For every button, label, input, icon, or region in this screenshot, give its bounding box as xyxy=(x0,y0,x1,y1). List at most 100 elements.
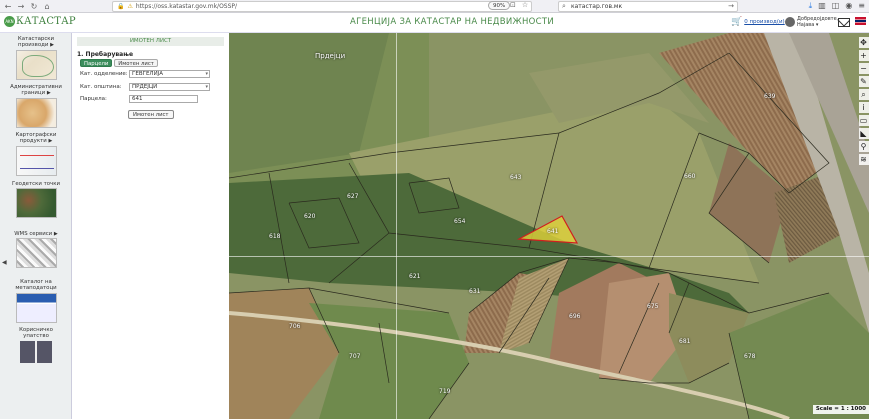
zoom-out-icon[interactable]: − xyxy=(858,63,869,74)
parcel-label-654: 654 xyxy=(454,218,466,225)
info-icon[interactable]: i xyxy=(858,102,869,113)
parcel-label-627: 627 xyxy=(347,193,359,200)
sidebar-item-wms[interactable]: WMS сервиси ▶ xyxy=(9,231,63,269)
agency-title: АГЕНЦИЈА ЗА КАТАСТАР НА НЕДВИЖНОСТИ xyxy=(350,17,555,27)
go-icon[interactable]: → xyxy=(728,2,734,11)
cart[interactable]: 🛒 0 производ(и) xyxy=(731,17,785,27)
parcel-input[interactable]: 641 xyxy=(129,95,198,103)
collapse-sidebar-icon[interactable]: ◀ xyxy=(2,259,7,266)
property-sheet-panel: ИМОТЕН ЛИСТ 1. Пребарување Парцели Имоте… xyxy=(72,33,229,419)
sidebar-item-admin-borders[interactable]: Административни граници ▶ xyxy=(9,84,63,128)
site-header: AKN КАТАСТАР АГЕНЦИЈА ЗА КАТАСТАР НА НЕД… xyxy=(0,13,869,33)
parcel-label-681: 681 xyxy=(679,338,691,345)
aerial-imagery[interactable] xyxy=(229,33,869,419)
sidebar-icon[interactable]: ◫ xyxy=(832,1,840,11)
forward-icon[interactable]: → xyxy=(16,1,26,11)
zoom-in-icon[interactable]: + xyxy=(858,50,869,61)
sidebar-item-label: Геодетски точки xyxy=(12,181,60,187)
user-menu[interactable]: Добредојдовте, Најава ▾ xyxy=(785,16,838,28)
account-icon[interactable]: ◉ xyxy=(845,1,852,11)
parcel-label-639: 639 xyxy=(764,93,776,100)
reload-icon[interactable]: ↻ xyxy=(29,1,39,11)
download-icon[interactable]: ⤓ xyxy=(809,1,813,11)
location-icon[interactable]: ⚲ xyxy=(858,141,869,152)
chevron-down-icon: ▾ xyxy=(205,84,208,90)
library-icon[interactable]: ▥ xyxy=(818,1,826,11)
admin-borders-thumbnail[interactable] xyxy=(15,97,57,128)
sidebar-item-geodetic-points[interactable]: Геодетски точки xyxy=(9,181,63,219)
sidebar-item-label: Административни граници xyxy=(10,84,62,97)
parcel-label-707: 707 xyxy=(349,353,361,360)
cart-icon[interactable]: 🛒 xyxy=(731,17,742,27)
chevron-down-icon: ▾ xyxy=(205,71,208,77)
municipality-row: Кат. општина: ПРДЕЈЦИ ▾ xyxy=(80,83,210,91)
geodetic-thumbnail[interactable] xyxy=(15,188,57,219)
sidebar-item-label: Корисничко упатство xyxy=(19,327,53,340)
cartographic-thumbnail[interactable] xyxy=(15,145,57,176)
logo-badge: AKN xyxy=(4,16,15,27)
cart-link[interactable]: 0 производ(и) xyxy=(744,19,784,25)
parcel-label-678: 678 xyxy=(744,353,756,360)
zoom-level[interactable]: 90% xyxy=(488,1,511,10)
village-label: Прдејци xyxy=(315,52,346,60)
sidebar-item-user-guide[interactable]: Корисничко упатство xyxy=(9,327,63,363)
municipality-label: Кат. општина: xyxy=(80,84,122,90)
parcel-label-631: 631 xyxy=(469,288,481,295)
sidebar-item-cartographic[interactable]: Картографски продукти ▶ xyxy=(9,132,63,176)
parcel-row: Парцела: 641 xyxy=(80,95,198,103)
search-input[interactable]: ⌕ катастар.гов.мк → xyxy=(558,1,738,12)
bookmark-icon[interactable]: ☆ xyxy=(522,1,528,9)
print-icon[interactable]: ◣ xyxy=(858,128,869,139)
measure-icon[interactable]: ✎ xyxy=(858,76,869,87)
crosshair-vertical xyxy=(396,33,397,419)
user-icon xyxy=(785,17,795,27)
tab-property-sheet[interactable]: Имотен лист xyxy=(114,59,158,67)
pocket-icon[interactable]: ⊡ xyxy=(510,1,516,9)
logo[interactable]: AKN КАТАСТАР xyxy=(4,16,76,27)
section-title: 1. Пребарување xyxy=(77,51,134,58)
browser-toolbar: ← → ↻ ⌂ 🔒 ⚠ https://oss.katastar.gov.mk/… xyxy=(0,0,869,13)
cadastral-map-thumbnail[interactable] xyxy=(15,49,57,80)
layers-icon[interactable]: ▭ xyxy=(858,115,869,126)
stack-icon[interactable]: ≋ xyxy=(858,154,869,165)
search-tabs: Парцели Имотен лист xyxy=(80,59,158,67)
sidebar-item-cadastral-products[interactable]: Катастарски производи ▶ xyxy=(9,36,63,80)
parcel-label-620: 620 xyxy=(304,213,316,220)
login-link[interactable]: Најава xyxy=(797,22,814,28)
map-view[interactable]: Прдејци 643 641 654 620 618 627 621 631 … xyxy=(229,33,869,419)
metadata-thumbnail[interactable] xyxy=(15,292,57,323)
mail-icon[interactable] xyxy=(838,18,850,27)
parcel-label-706: 706 xyxy=(289,323,301,330)
logo-text: КАТАСТАР xyxy=(16,16,76,27)
url-text: https://oss.katastar.gov.mk/OSSP/ xyxy=(135,3,238,10)
parcel-label-621: 621 xyxy=(409,273,421,280)
english-flag-icon[interactable] xyxy=(855,17,866,25)
lock-icon: 🔒 xyxy=(117,3,125,10)
parcel-label-618: 618 xyxy=(269,233,281,240)
crosshair-horizontal xyxy=(229,256,869,257)
pan-icon[interactable]: ✥ xyxy=(858,37,869,48)
back-icon[interactable]: ← xyxy=(3,1,13,11)
search-icon[interactable]: ⌕ xyxy=(858,89,869,100)
dept-label: Кат. одделение: xyxy=(80,71,128,77)
parcel-label: Парцела: xyxy=(80,96,107,102)
municipality-select[interactable]: ПРДЕЈЦИ ▾ xyxy=(129,83,210,91)
sidebar-item-label: WMS сервиси xyxy=(14,231,53,237)
book-icon[interactable] xyxy=(20,340,52,363)
scale-indicator: Scale = 1 : 1000 xyxy=(812,405,869,414)
warning-icon: ⚠ xyxy=(127,3,133,10)
wms-thumbnail[interactable] xyxy=(15,238,57,269)
tab-parcels[interactable]: Парцели xyxy=(80,59,113,67)
menu-icon[interactable]: ≡ xyxy=(858,1,865,11)
address-bar[interactable]: 🔒 ⚠ https://oss.katastar.gov.mk/OSSP/ xyxy=(112,1,532,12)
sidebar-item-label: Катастарски производи xyxy=(17,36,55,49)
parcel-label-675: 675 xyxy=(647,303,659,310)
home-icon[interactable]: ⌂ xyxy=(42,1,52,11)
dept-select[interactable]: ГЕВГЕЛИЈА ▾ xyxy=(129,70,210,78)
search-icon: ⌕ xyxy=(562,2,566,10)
property-sheet-button[interactable]: Имотен лист xyxy=(128,110,174,119)
sidebar-item-metadata[interactable]: Каталог на метаподатоци xyxy=(9,279,63,323)
panel-title: ИМОТЕН ЛИСТ xyxy=(77,37,224,46)
parcel-label-719: 719 xyxy=(439,388,451,395)
parcel-label-660: 660 xyxy=(684,173,696,180)
